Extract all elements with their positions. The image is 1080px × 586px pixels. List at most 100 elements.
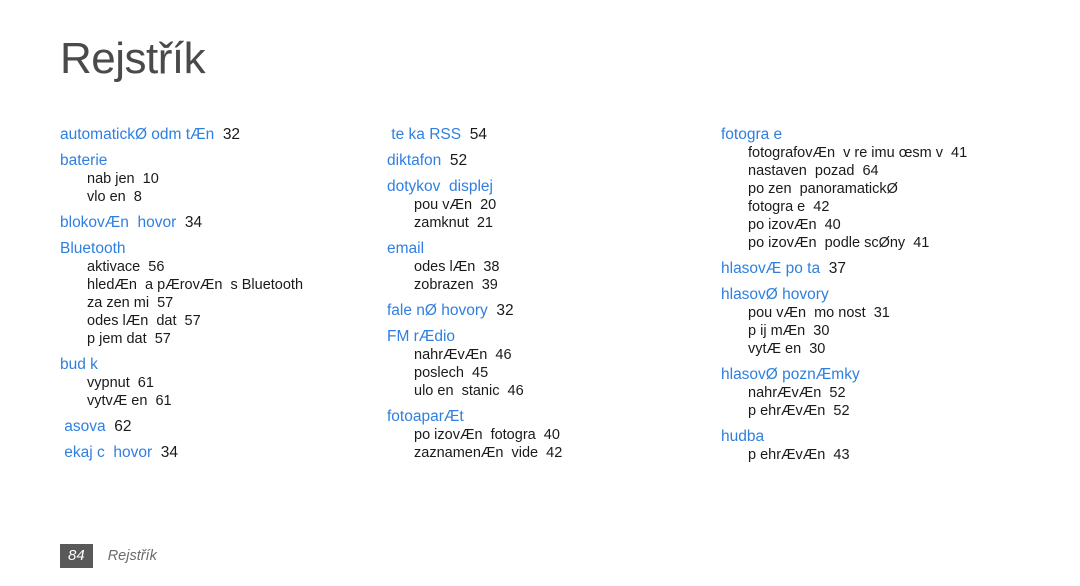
index-subentry[interactable]: zobrazen 39 bbox=[387, 276, 712, 294]
index-subentry-label: p ehrÆvÆn bbox=[748, 403, 826, 419]
index-subentry[interactable]: p ij mÆn 30 bbox=[721, 322, 1036, 340]
index-subentry[interactable]: po izovÆn 40 bbox=[721, 216, 1036, 234]
index-subentry[interactable]: aktivace 56 bbox=[60, 258, 380, 276]
index-subentry[interactable]: poslech 45 bbox=[387, 364, 712, 382]
index-entry-label: asova bbox=[60, 418, 106, 435]
index-group: asova 62 bbox=[60, 410, 380, 436]
index-entry[interactable]: Bluetooth bbox=[60, 232, 380, 258]
index-subentry[interactable]: po zen panoramatickØ bbox=[721, 180, 1036, 198]
index-subentry-page: 20 bbox=[472, 197, 497, 213]
index-entry-label: fotoaparÆt bbox=[387, 408, 464, 425]
index-subentry[interactable]: nahrÆvÆn 52 bbox=[721, 384, 1036, 402]
index-subentry[interactable]: pou vÆn 20 bbox=[387, 196, 712, 214]
index-subentry[interactable]: za zen mi 57 bbox=[60, 294, 380, 312]
index-entry[interactable]: te ka RSS 54 bbox=[387, 118, 712, 144]
index-entry-page: 32 bbox=[487, 302, 514, 319]
index-subentry[interactable]: zamknut 21 bbox=[387, 214, 712, 232]
index-subentry[interactable]: p ehrÆvÆn 43 bbox=[721, 446, 1036, 464]
index-subentry[interactable]: po izovÆn podle scØny 41 bbox=[721, 234, 1036, 252]
index-subentry[interactable]: nab jen 10 bbox=[60, 170, 380, 188]
index-subentry[interactable]: pou vÆn mo nost 31 bbox=[721, 304, 1036, 322]
index-group: FM rÆdio nahrÆvÆn 46 poslech 45 ulo en stan… bbox=[387, 320, 712, 400]
index-entry[interactable]: hlasovÆ po ta 37 bbox=[721, 252, 1036, 278]
index-entry[interactable]: fotogra e bbox=[721, 118, 1036, 144]
index-subentry-page: 42 bbox=[538, 445, 563, 461]
index-subentry[interactable]: vypnut 61 bbox=[60, 374, 380, 392]
index-subentry-label: odes lÆn dat bbox=[87, 313, 177, 329]
index-group: hudba p ehrÆvÆn 43 bbox=[721, 420, 1036, 464]
index-subentry-label: po izovÆn bbox=[748, 217, 817, 233]
index-entry-label: fale nØ hovory bbox=[387, 302, 488, 319]
index-subentry-page: 39 bbox=[473, 277, 498, 293]
index-subentry-label: p jem dat bbox=[87, 331, 147, 347]
index-subentry[interactable]: p jem dat 57 bbox=[60, 330, 380, 348]
index-entry-label: dotykov displej bbox=[387, 178, 493, 195]
index-subentry-label: nahrÆvÆn bbox=[414, 347, 488, 363]
index-subentry[interactable]: vytvÆ en 61 bbox=[60, 392, 380, 410]
index-column-1: automatickØ odm tÆn 32 baterie nab jen 10 v… bbox=[60, 118, 380, 462]
index-entry-label: Bluetooth bbox=[60, 240, 126, 257]
index-subentry[interactable]: odes lÆn dat 57 bbox=[60, 312, 380, 330]
index-subentry[interactable]: nahrÆvÆn 46 bbox=[387, 346, 712, 364]
index-subentry-label: odes lÆn bbox=[414, 259, 476, 275]
index-subentry[interactable]: vytÆ en 30 bbox=[721, 340, 1036, 358]
index-subentry[interactable]: odes lÆn 38 bbox=[387, 258, 712, 276]
index-entry[interactable]: asova 62 bbox=[60, 410, 380, 436]
index-entry[interactable]: ekaj c hovor 34 bbox=[60, 436, 380, 462]
index-entry[interactable]: hudba bbox=[721, 420, 1036, 446]
index-subentry-page: 43 bbox=[825, 447, 850, 463]
index-entry[interactable]: hlasovØ hovory bbox=[721, 278, 1036, 304]
index-entry-label: FM rÆdio bbox=[387, 328, 456, 345]
index-entry[interactable]: fotoaparÆt bbox=[387, 400, 712, 426]
index-entry-page: 62 bbox=[105, 418, 132, 435]
index-subentry-page: 30 bbox=[805, 323, 830, 339]
index-entry-page: 32 bbox=[214, 126, 241, 143]
index-subentry[interactable]: fotografovÆn v re imu œsm v 41 bbox=[721, 144, 1036, 162]
index-entry-label: hlasovØ poznÆmky bbox=[721, 366, 860, 383]
index-subentry-label: zamknut bbox=[414, 215, 469, 231]
index-subentry-page: 38 bbox=[475, 259, 500, 275]
index-group: email odes lÆn 38 zobrazen 39 bbox=[387, 232, 712, 294]
footer-page-number: 84 bbox=[60, 544, 93, 568]
index-subentry-label: nastaven pozad bbox=[748, 163, 855, 179]
footer-section-label: Rejstřík bbox=[107, 548, 157, 564]
index-column-2: te ka RSS 54 diktafon 52 dotykov displej po… bbox=[387, 118, 712, 462]
index-entry[interactable]: dotykov displej bbox=[387, 170, 712, 196]
index-group: hlasovØ poznÆmky nahrÆvÆn 52 p ehrÆvÆn 52 bbox=[721, 358, 1036, 420]
index-subentry[interactable]: vlo en 8 bbox=[60, 188, 380, 206]
index-entry[interactable]: automatickØ odm tÆn 32 bbox=[60, 118, 380, 144]
index-subentry[interactable]: hledÆn a pÆrovÆn s Bluetooth bbox=[60, 276, 380, 294]
index-group: baterie nab jen 10 vlo en 8 bbox=[60, 144, 380, 206]
index-subentry-label: fotografovÆn v re imu œsm v bbox=[748, 145, 943, 161]
index-entry[interactable]: diktafon 52 bbox=[387, 144, 712, 170]
index-subentry[interactable]: ulo en stanic 46 bbox=[387, 382, 712, 400]
index-entry[interactable]: FM rÆdio bbox=[387, 320, 712, 346]
index-subentry-label: pou vÆn bbox=[414, 197, 473, 213]
index-group: dotykov displej pou vÆn 20 zamknut 21 bbox=[387, 170, 712, 232]
index-entry-page: 34 bbox=[176, 214, 203, 231]
index-subentry-label: vypnut bbox=[87, 375, 130, 391]
index-group: Bluetooth aktivace 56 hledÆn a pÆrovÆn s B… bbox=[60, 232, 380, 348]
index-subentry-label: vytÆ en bbox=[748, 341, 802, 357]
index-entry-label: automatickØ odm tÆn bbox=[60, 126, 215, 143]
index-subentry[interactable]: fotogra e 42 bbox=[721, 198, 1036, 216]
index-entry[interactable]: email bbox=[387, 232, 712, 258]
index-subentry-page: 64 bbox=[854, 163, 879, 179]
index-subentry-page: 46 bbox=[487, 347, 512, 363]
index-subentry-page: 10 bbox=[134, 171, 159, 187]
index-entry-label: ekaj c hovor bbox=[60, 444, 153, 461]
index-entry[interactable]: hlasovØ poznÆmky bbox=[721, 358, 1036, 384]
index-group: automatickØ odm tÆn 32 bbox=[60, 118, 380, 144]
index-subentry-label: ulo en stanic bbox=[414, 383, 500, 399]
index-subentry[interactable]: p ehrÆvÆn 52 bbox=[721, 402, 1036, 420]
index-subentry-label: hledÆn a pÆrovÆn s Bluetooth bbox=[87, 277, 304, 293]
index-entry[interactable]: baterie bbox=[60, 144, 380, 170]
index-entry-page: 34 bbox=[152, 444, 179, 461]
index-entry[interactable]: fale nØ hovory 32 bbox=[387, 294, 712, 320]
index-entry[interactable]: bud k bbox=[60, 348, 380, 374]
index-subentry[interactable]: nastaven pozad 64 bbox=[721, 162, 1036, 180]
index-subentry[interactable]: zaznamenÆn vide 42 bbox=[387, 444, 712, 462]
index-subentry[interactable]: po izovÆn fotogra 40 bbox=[387, 426, 712, 444]
index-entry-page: 52 bbox=[441, 152, 468, 169]
index-entry[interactable]: blokovÆn hovor 34 bbox=[60, 206, 380, 232]
